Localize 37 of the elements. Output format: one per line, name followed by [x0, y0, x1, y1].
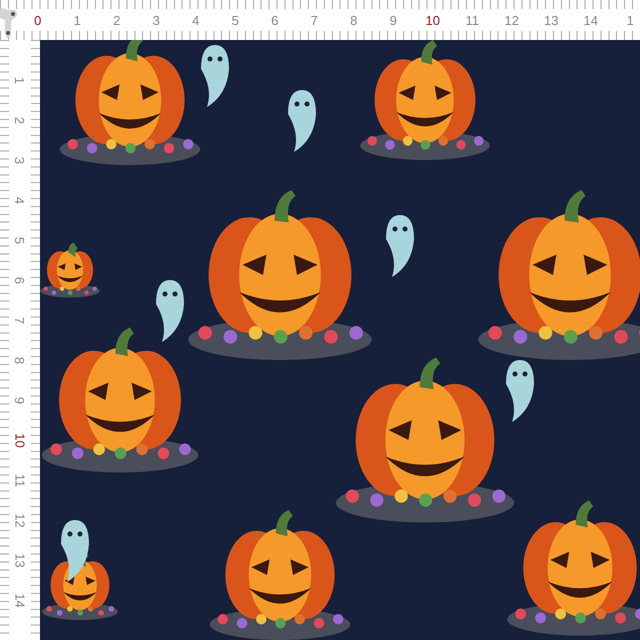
ruler-number: 7 — [12, 316, 28, 324]
ruler-number: 5 — [230, 12, 240, 28]
ghost-drawing — [201, 45, 229, 107]
ruler-number: 11 — [464, 12, 480, 28]
ghost-drawing — [288, 90, 316, 152]
ruler-number: 4 — [12, 196, 28, 204]
ruler-number: 6 — [270, 12, 280, 28]
ruler-number: 0 — [33, 12, 42, 28]
ruler-number: 12 — [504, 12, 520, 28]
ruler-number: 8 — [349, 12, 358, 28]
ghost-drawing — [156, 280, 184, 342]
ruler-number: 9 — [388, 12, 398, 28]
ruler-number: 1 — [626, 12, 635, 28]
ruler-number: 10 — [424, 12, 441, 28]
ruler-number: 7 — [310, 12, 319, 28]
pumpkin-drawing — [40, 242, 100, 298]
ruler-number: 12 — [12, 512, 28, 528]
ruler-number: 4 — [191, 12, 200, 28]
ruler-number: 3 — [152, 12, 161, 28]
ruler-number: 6 — [12, 276, 28, 284]
ghost-drawing — [506, 360, 534, 422]
ruler-number: 13 — [543, 12, 560, 28]
ruler-number: 8 — [12, 356, 28, 364]
ruler-number: 5 — [12, 236, 28, 244]
ruler-number: 9 — [12, 396, 28, 404]
ruler-number: 2 — [112, 12, 122, 28]
ruler-number: 1 — [12, 76, 28, 84]
ruler-number: 1 — [72, 12, 82, 28]
ruler-number: 14 — [12, 592, 28, 608]
ruler-number: 13 — [12, 552, 28, 568]
ruler-number: 2 — [12, 116, 28, 124]
ruler-number: 14 — [582, 12, 599, 28]
ruler-number: 3 — [12, 156, 28, 164]
ruler-number: 10 — [12, 432, 28, 448]
ruler-number: 11 — [12, 473, 28, 487]
ghost-drawing — [386, 215, 414, 277]
ghost-drawing — [61, 520, 89, 582]
